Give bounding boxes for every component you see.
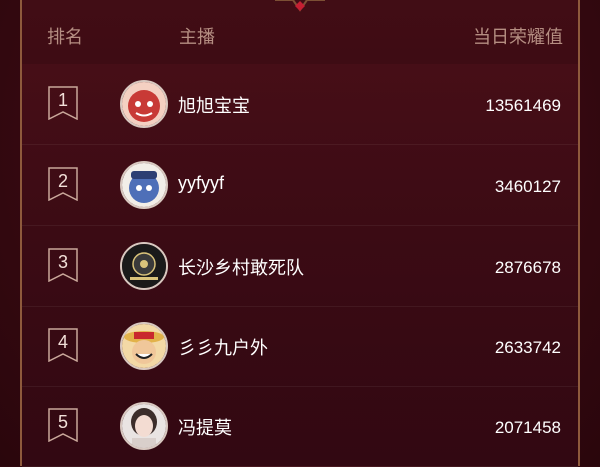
table-row[interactable]: 3 长沙乡村敢死队 2876678 bbox=[22, 226, 578, 307]
table-row[interactable]: 2 yyfyyf 3460127 bbox=[22, 145, 578, 226]
host-name[interactable]: yyfyyf bbox=[178, 173, 224, 194]
rank-number: 1 bbox=[57, 90, 68, 110]
avatar[interactable] bbox=[120, 402, 168, 450]
glory-value: 13561469 bbox=[485, 96, 561, 115]
rank-number: 2 bbox=[57, 171, 68, 191]
table-header: 排名 主播 当日荣耀值 bbox=[22, 0, 578, 64]
rank-number: 3 bbox=[57, 252, 68, 272]
host-name[interactable]: 旭旭宝宝 bbox=[178, 92, 250, 118]
table-row[interactable]: 1 旭旭宝宝 13561469 bbox=[22, 64, 578, 145]
host-column-header: 主播 bbox=[179, 27, 215, 47]
rank-badge: 4 bbox=[48, 328, 78, 362]
rank-badge: 3 bbox=[48, 248, 78, 282]
rank-badge: 1 bbox=[48, 86, 78, 120]
table-row[interactable]: 5 冯提莫 2071458 bbox=[22, 386, 578, 467]
portrait-avatar-icon bbox=[122, 404, 166, 448]
glory-value: 2876678 bbox=[494, 258, 561, 277]
rank-number: 4 bbox=[57, 332, 68, 352]
glory-value: 2633742 bbox=[494, 338, 561, 357]
blue-cartoon-avatar-icon bbox=[122, 163, 166, 207]
host-name[interactable]: 冯提莫 bbox=[178, 414, 232, 440]
host-name[interactable]: 长沙乡村敢死队 bbox=[178, 254, 304, 280]
avatar[interactable] bbox=[120, 161, 168, 209]
avatar[interactable] bbox=[120, 322, 168, 370]
rank-badge: 2 bbox=[48, 167, 78, 201]
team-logo-avatar-icon bbox=[122, 244, 166, 288]
rank-badge: 5 bbox=[48, 408, 78, 442]
glory-value-column-header: 当日荣耀值 bbox=[473, 27, 563, 47]
host-name[interactable]: 彡彡九户外 bbox=[178, 334, 268, 360]
glory-value: 3460127 bbox=[494, 177, 561, 196]
red-cartoon-avatar-icon bbox=[122, 82, 166, 126]
glory-value: 2071458 bbox=[494, 418, 561, 437]
avatar[interactable] bbox=[120, 80, 168, 128]
rank-number: 5 bbox=[57, 412, 68, 432]
table-row[interactable]: 4 彡彡九户外 2633742 bbox=[22, 306, 578, 387]
avatar[interactable] bbox=[120, 242, 168, 290]
rank-column-header: 排名 bbox=[47, 27, 83, 47]
straw-hat-avatar-icon bbox=[122, 324, 166, 368]
